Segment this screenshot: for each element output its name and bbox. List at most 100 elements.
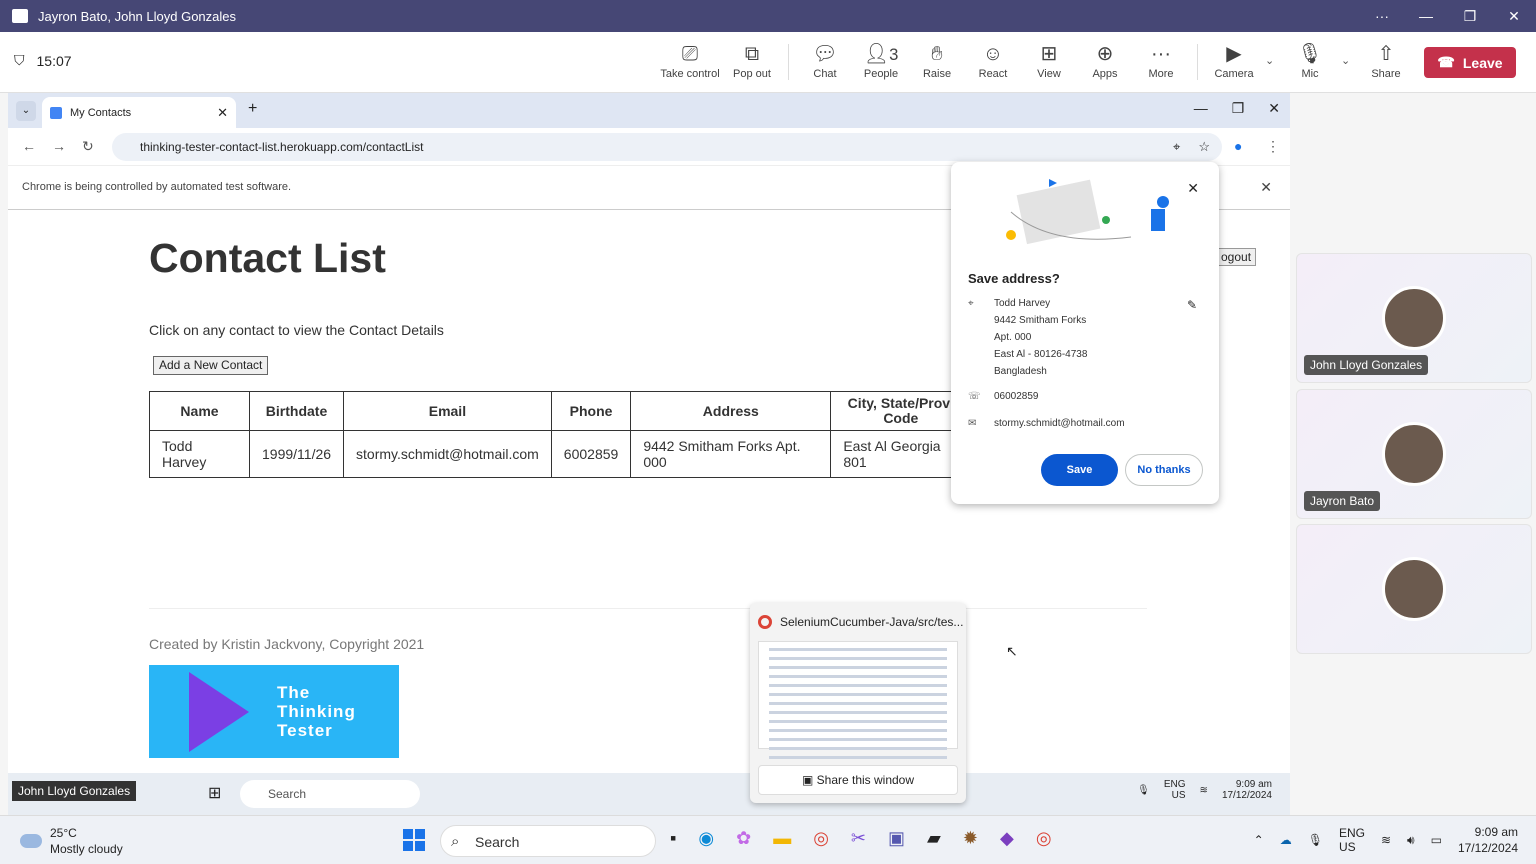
windows-start-icon[interactable]: ⊞ [208, 783, 221, 803]
chrome-icon[interactable]: ◎ [1036, 828, 1052, 849]
browser-restore-icon[interactable]: ❐ [1232, 100, 1245, 117]
address-line: Todd Harvey [994, 298, 1051, 309]
reload-icon[interactable]: ↻ [82, 138, 94, 155]
tab-search-chevron-icon[interactable]: ⌄ [16, 101, 36, 121]
popup-address: ⌖ Todd Harvey 9442 Smitham Forks Apt. 00… [968, 295, 1087, 380]
sticky-notes-icon[interactable]: ▰ [927, 828, 941, 849]
participant-tile[interactable]: Jayron Bato [1296, 389, 1532, 519]
mic-options-chevron-icon[interactable]: ⌄ [1341, 54, 1350, 67]
take-control-icon: ⎚ [682, 43, 698, 65]
back-arrow-icon[interactable]: ← [22, 138, 36, 154]
browser-address-row: ← → ↻ thinking-tester-contact-list.herok… [8, 128, 1290, 166]
chevron-up-icon[interactable]: ⌃ [1254, 833, 1264, 847]
participant-tile[interactable]: John Lloyd Gonzales [1296, 253, 1532, 383]
camera-off-icon: ▶︎ [1226, 43, 1242, 65]
language-indicator[interactable]: ENG US [1339, 826, 1365, 854]
column-header: Address [630, 391, 832, 431]
new-tab-icon[interactable]: + [248, 100, 257, 118]
taskbar-search[interactable]: ⌕ Search [440, 825, 656, 857]
clock[interactable]: 9:09 am 17/12/2024 [1458, 824, 1518, 856]
logo-word: Tester [277, 721, 333, 740]
browser-minimize-icon[interactable]: — [1194, 100, 1208, 117]
leave-button[interactable]: ☎︎ Leave [1424, 47, 1516, 78]
save-button[interactable]: Save [1041, 454, 1118, 486]
volume-icon[interactable]: 🔊︎ [1407, 833, 1415, 848]
shared-language[interactable]: ENG US [1164, 779, 1186, 801]
task-view-icon[interactable]: ▪ [670, 828, 676, 849]
url-text: thinking-tester-contact-list.herokuapp.c… [140, 140, 424, 154]
wifi-icon[interactable]: ≋ [1381, 833, 1391, 847]
camera-button[interactable]: ▶︎ Camera [1204, 42, 1264, 80]
table-row[interactable]: Todd Harvey 1999/11/26 stormy.schmidt@ho… [149, 430, 972, 478]
pop-out-button[interactable]: ⧉ Pop out [722, 42, 782, 80]
window-preview[interactable]: SeleniumCucumber-Java/src/tes... ▣ Share… [750, 603, 966, 803]
bookmark-star-icon[interactable]: ☆ [1198, 133, 1210, 161]
view-button[interactable]: ⊞ View [1019, 42, 1079, 80]
no-thanks-button[interactable]: No thanks [1125, 454, 1203, 486]
chat-button[interactable]: 💬︎ Chat [795, 42, 855, 80]
chrome-icon[interactable]: ◎ [813, 828, 829, 849]
onedrive-icon[interactable]: ☁ [1280, 833, 1292, 847]
game-icon[interactable]: ✹ [963, 828, 978, 849]
weather-widget[interactable]: 25°C Mostly cloudy [20, 825, 123, 857]
apps-button[interactable]: ⊕ Apps [1075, 42, 1135, 80]
location-pin-icon[interactable]: ⌖ [1173, 133, 1180, 161]
table-header-row: Name Birthdate Email Phone Address City,… [149, 391, 972, 431]
participant-tile[interactable] [1296, 524, 1532, 654]
forward-arrow-icon[interactable]: → [52, 138, 66, 154]
browser-menu-icon[interactable]: ⋮ [1266, 138, 1280, 155]
shared-clock[interactable]: 9:09 am 17/12/2024 [1222, 779, 1272, 801]
close-button[interactable]: ✕ [1492, 0, 1536, 32]
share-this-window-button[interactable]: ▣ Share this window [758, 765, 958, 795]
teams-icon: ▣ [801, 773, 817, 787]
edit-pencil-icon[interactable]: ✎ [1187, 298, 1197, 312]
save-address-popup: ✕ Save address? ✎ ⌖ Todd Harvey 9442 Smi… [951, 162, 1219, 504]
more-options-icon[interactable]: ··· [1360, 0, 1404, 32]
share-button[interactable]: ⇧ Share [1356, 42, 1416, 80]
raise-hand-button[interactable]: ✋︎ Raise [907, 42, 967, 80]
browser-tab-bar: ⌄ My Contacts ✕ + — ❐ ✕ [8, 93, 1290, 128]
shared-microphone-icon[interactable]: 🎙︎ [1137, 785, 1150, 796]
address-line: East Al - 80126-4738 [994, 349, 1088, 360]
teams-icon[interactable]: ▣ [888, 828, 905, 849]
logout-button[interactable]: ogout [1216, 248, 1257, 266]
mouse-cursor-icon: ↖ [1006, 643, 1018, 659]
preview-image[interactable] [758, 641, 958, 759]
column-header: City, State/Provi Code [830, 391, 972, 431]
profile-icon[interactable]: ● [1234, 138, 1242, 154]
start-button[interactable] [403, 829, 425, 851]
popup-close-icon[interactable]: ✕ [1187, 180, 1199, 197]
shared-search-box[interactable]: Search [240, 780, 420, 808]
react-button[interactable]: ☺ React [963, 42, 1023, 80]
mic-muted-icon[interactable]: 🎙︎ [1308, 833, 1323, 847]
column-header: Phone [550, 391, 632, 431]
infobar-close-icon[interactable]: ✕ [1260, 166, 1272, 209]
maximize-button[interactable]: ❐ [1448, 0, 1492, 32]
file-explorer-icon[interactable]: ▬ [773, 828, 791, 849]
shared-wifi-icon[interactable]: ≋ [1200, 785, 1208, 796]
add-contact-button[interactable]: Add a New Contact [153, 356, 269, 375]
logo-word: Thinking [277, 702, 356, 721]
address-bar[interactable]: thinking-tester-contact-list.herokuapp.c… [112, 133, 1222, 161]
people-button[interactable]: 👤︎3 People [851, 42, 911, 80]
minimize-button[interactable]: — [1404, 0, 1448, 32]
address-line: Bangladesh [994, 366, 1047, 377]
browser-close-icon[interactable]: ✕ [1268, 100, 1280, 117]
page-subtitle: Click on any contact to view the Contact… [149, 322, 444, 338]
tab-close-icon[interactable]: ✕ [217, 105, 228, 121]
tab-my-contacts[interactable]: My Contacts ✕ [42, 97, 236, 128]
edge-icon[interactable]: ◉ [698, 828, 714, 849]
preview-header: SeleniumCucumber-Java/src/tes... [758, 615, 963, 629]
mic-button[interactable]: 🎙︎ Mic [1280, 42, 1340, 80]
window-controls: ··· — ❐ ✕ [1360, 0, 1536, 32]
snipping-tool-icon[interactable]: ✂ [851, 828, 866, 849]
more-button[interactable]: ··· More [1131, 42, 1191, 80]
battery-icon[interactable]: ▭ [1431, 833, 1442, 847]
take-control-button[interactable]: ⎚ Take control [660, 42, 720, 80]
copilot-icon[interactable]: ✿ [736, 828, 751, 849]
avatar [1382, 557, 1446, 621]
react-label: React [978, 68, 1008, 80]
popup-illustration [1006, 179, 1169, 245]
camera-options-chevron-icon[interactable]: ⌄ [1265, 54, 1274, 67]
visual-studio-icon[interactable]: ◆ [1000, 828, 1014, 849]
